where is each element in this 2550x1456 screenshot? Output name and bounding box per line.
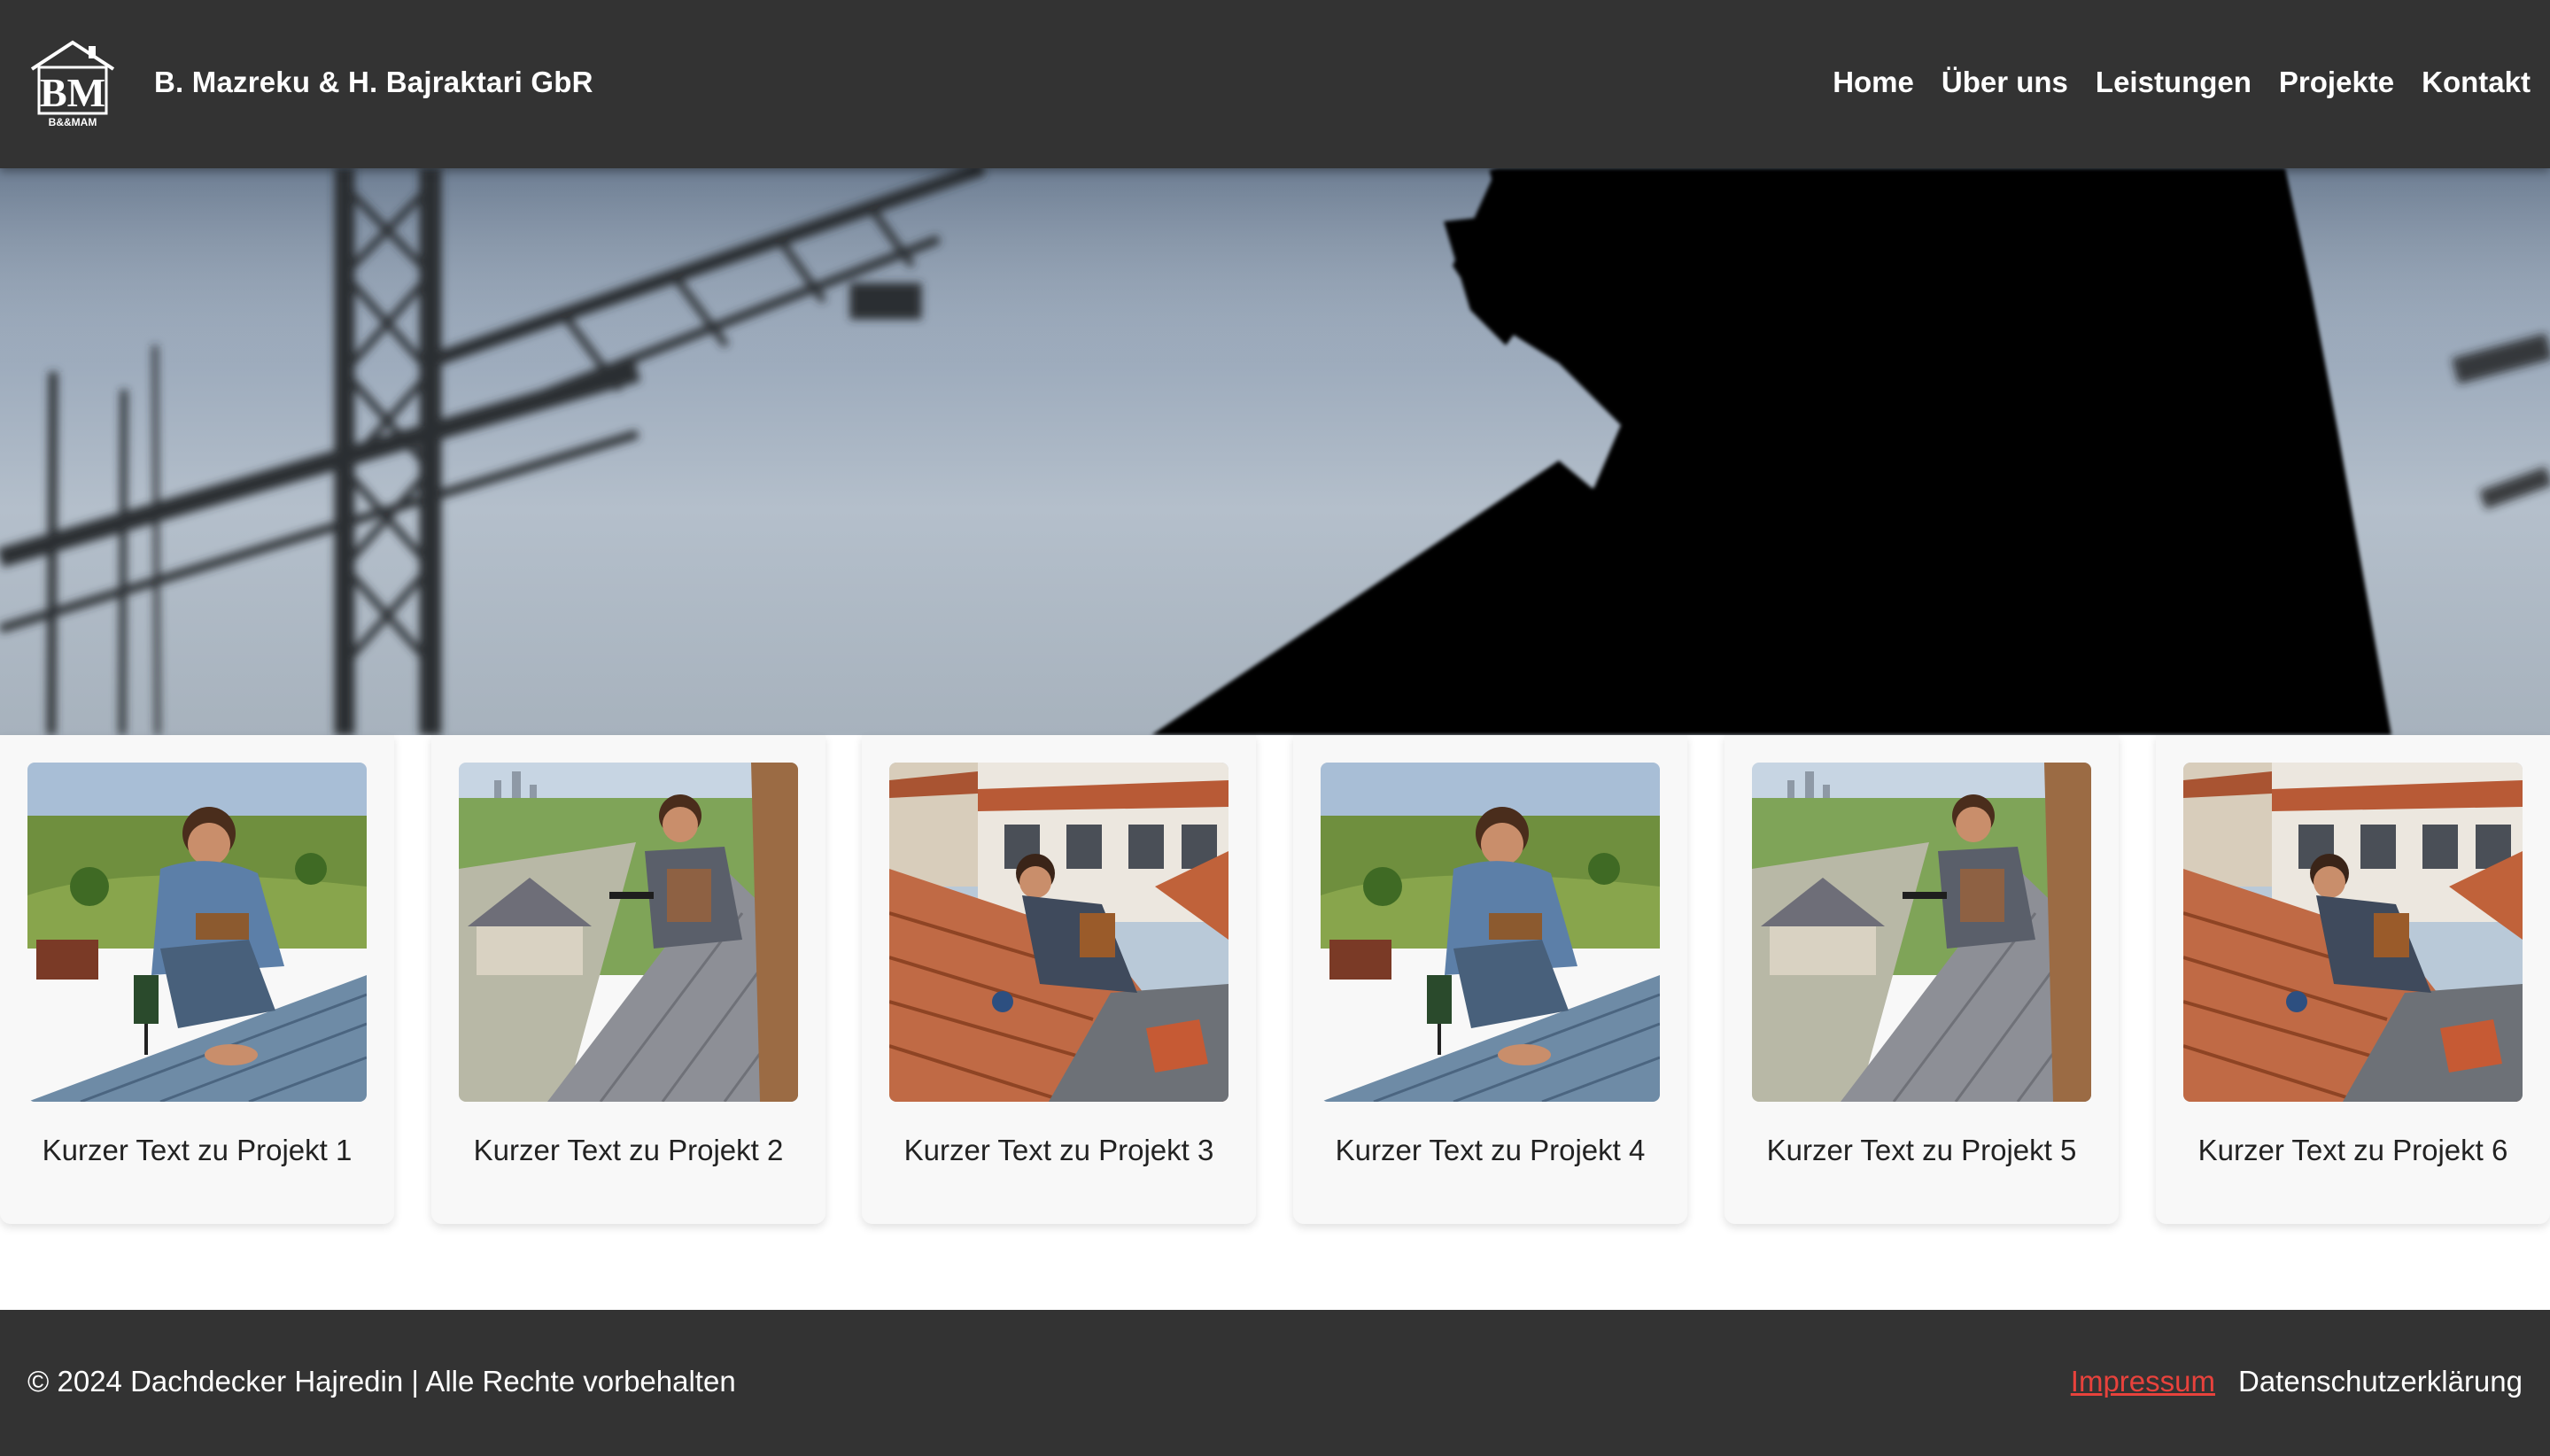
project-image [2183,763,2523,1102]
site-footer: © 2024 Dachdecker Hajredin | Alle Rechte… [0,1310,2550,1456]
project-caption: Kurzer Text zu Projekt 4 [1335,1134,1646,1166]
company-logo[interactable]: BM B&&MAM [27,37,119,129]
project-image [459,763,798,1102]
project-image [889,763,1228,1102]
copyright-text: © 2024 Dachdecker Hajredin | Alle Rechte… [27,1365,736,1398]
project-caption: Kurzer Text zu Projekt 5 [1766,1134,2077,1166]
projects-grid: Kurzer Text zu Projekt 1 Kurzer Text zu … [0,735,2550,1224]
main-nav: Home Über uns Leistungen Projekte Kontak… [1833,66,2531,99]
brand-name: B. Mazreku & H. Bajraktari GbR [154,66,593,98]
project-caption: Kurzer Text zu Projekt 3 [903,1134,1214,1166]
project-caption: Kurzer Text zu Projekt 6 [2197,1134,2508,1166]
project-card[interactable]: Kurzer Text zu Projekt 6 [2156,735,2550,1224]
project-image [1752,763,2091,1102]
hero-image-crane-silhouette [0,168,2550,735]
nav-ueber-uns[interactable]: Über uns [1942,66,2068,99]
project-card[interactable]: Kurzer Text zu Projekt 1 [0,735,394,1224]
svg-text:B&&MAM: B&&MAM [49,116,97,128]
footer-link-impressum[interactable]: Impressum [2071,1365,2215,1398]
project-image [1321,763,1660,1102]
project-card[interactable]: Kurzer Text zu Projekt 4 [1293,735,1687,1224]
project-card[interactable]: Kurzer Text zu Projekt 5 [1725,735,2119,1224]
nav-kontakt[interactable]: Kontakt [2422,66,2531,99]
svg-text:BM: BM [40,70,105,115]
nav-projekte[interactable]: Projekte [2279,66,2394,99]
footer-link-datenschutz[interactable]: Datenschutzerklärung [2238,1365,2523,1398]
project-image [27,763,367,1102]
project-caption: Kurzer Text zu Projekt 2 [473,1134,784,1166]
project-caption: Kurzer Text zu Projekt 1 [42,1134,353,1166]
project-card[interactable]: Kurzer Text zu Projekt 3 [862,735,1256,1224]
footer-links: Impressum Datenschutzerklärung [2071,1365,2523,1398]
project-card[interactable]: Kurzer Text zu Projekt 2 [431,735,825,1224]
nav-leistungen[interactable]: Leistungen [2096,66,2252,99]
nav-home[interactable]: Home [1833,66,1914,99]
site-header: BM B&&MAM B. Mazreku & H. Bajraktari GbR… [0,0,2550,168]
